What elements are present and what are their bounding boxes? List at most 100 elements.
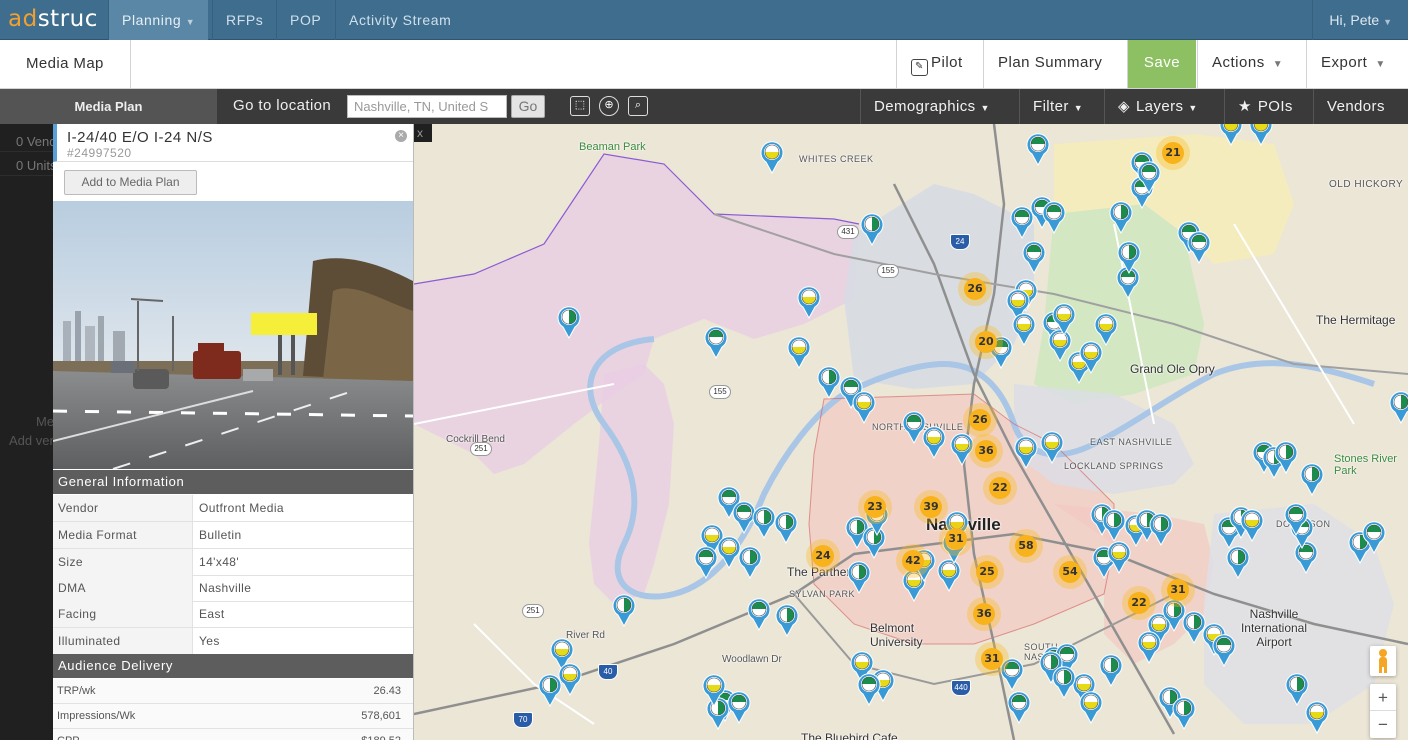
pin-cluster[interactable]: 36 <box>969 434 1003 468</box>
billboard-pin[interactable] <box>847 560 871 595</box>
billboard-pin[interactable] <box>1014 435 1038 470</box>
billboard-pin[interactable] <box>1274 440 1298 475</box>
billboard-pin[interactable] <box>852 390 876 425</box>
billboard-pin[interactable] <box>1305 700 1329 735</box>
zoom-out-button[interactable]: − <box>1370 711 1396 738</box>
pin-cluster[interactable]: 26 <box>958 272 992 306</box>
billboard-pin[interactable] <box>1149 512 1173 547</box>
pin-cluster[interactable]: 36 <box>967 597 1001 631</box>
adstruc-logo[interactable]: adstruc <box>8 6 98 32</box>
billboard-pin[interactable] <box>1094 312 1118 347</box>
pilot-button[interactable]: ✎ Pilot <box>896 40 977 88</box>
media-map[interactable]: Beaman Park WHITES CREEK OLD HICKORY The… <box>414 124 1408 740</box>
nav-tab-pop[interactable]: POP <box>276 0 334 40</box>
billboard-pin[interactable] <box>1137 160 1161 195</box>
nav-tab-rfps[interactable]: RFPs <box>212 0 276 40</box>
billboard-pin[interactable] <box>738 545 762 580</box>
pin-cluster[interactable]: 42 <box>896 544 930 578</box>
billboard-pin[interactable] <box>1172 696 1196 731</box>
billboard-pin[interactable] <box>922 425 946 460</box>
billboard-pin[interactable] <box>857 672 881 707</box>
billboard-pin[interactable] <box>1187 230 1211 265</box>
close-icon[interactable]: × <box>395 130 407 142</box>
billboard-pin[interactable] <box>538 673 562 708</box>
nav-tab-activity-stream[interactable]: Activity Stream <box>335 0 464 40</box>
nav-tab-planning[interactable]: Planning ▼ <box>108 0 209 40</box>
billboard-pin[interactable] <box>1099 653 1123 688</box>
pin-cluster[interactable]: 58 <box>1009 529 1043 563</box>
pin-cluster[interactable]: 31 <box>1161 573 1195 607</box>
pois-button[interactable]: ★ POIs <box>1224 89 1306 124</box>
close-panel-icon[interactable]: x <box>414 124 432 142</box>
billboard-pin[interactable] <box>702 673 726 708</box>
billboard-pin[interactable] <box>727 690 751 725</box>
billboard-pin[interactable] <box>787 335 811 370</box>
billboard-pin[interactable] <box>860 212 884 247</box>
billboard-pin[interactable] <box>1040 430 1064 465</box>
billboard-pin[interactable] <box>1052 302 1076 337</box>
billboard-pin[interactable] <box>774 510 798 545</box>
filter-dropdown[interactable]: Filter ▼ <box>1019 89 1096 124</box>
pin-cluster[interactable]: 22 <box>1122 586 1156 620</box>
billboard-pin[interactable] <box>1249 124 1273 147</box>
billboard-pin[interactable] <box>612 593 636 628</box>
billboard-pin[interactable] <box>1300 462 1324 497</box>
pin-cluster[interactable]: 20 <box>969 325 1003 359</box>
zoom-search-icon[interactable]: ⌕ <box>628 96 648 116</box>
billboard-pin[interactable] <box>1107 540 1131 575</box>
billboard-pin[interactable] <box>1007 690 1031 725</box>
street-view-pegman[interactable] <box>1370 646 1396 676</box>
billboard-pin[interactable] <box>1079 690 1103 725</box>
pin-cluster[interactable]: 54 <box>1053 555 1087 589</box>
billboard-pin[interactable] <box>775 603 799 638</box>
pin-cluster[interactable]: 39 <box>914 490 948 524</box>
pin-cluster[interactable]: 24 <box>806 539 840 573</box>
billboard-pin[interactable] <box>1240 508 1264 543</box>
location-input[interactable] <box>347 95 507 118</box>
billboard-pin[interactable] <box>1109 200 1133 235</box>
billboard-pin[interactable] <box>1284 502 1308 537</box>
demographics-dropdown[interactable]: Demographics ▼ <box>860 89 1003 124</box>
billboard-pin[interactable] <box>1219 124 1243 147</box>
pin-cluster[interactable]: 25 <box>970 555 1004 589</box>
billboard-pin[interactable] <box>752 505 776 540</box>
billboard-pin[interactable] <box>1389 390 1408 425</box>
zoom-in-button[interactable]: + <box>1370 684 1396 711</box>
billboard-pin[interactable] <box>1212 633 1236 668</box>
billboard-pin[interactable] <box>760 140 784 175</box>
billboard-pin[interactable] <box>1117 240 1141 275</box>
layers-dropdown[interactable]: ◈ Layers ▼ <box>1104 89 1211 124</box>
billboard-pin[interactable] <box>747 597 771 632</box>
user-menu[interactable]: Hi, Pete ▼ <box>1312 0 1408 40</box>
pin-cluster[interactable]: 22 <box>983 471 1017 505</box>
media-plan-tab[interactable]: Media Plan <box>0 89 217 124</box>
billboard-pin[interactable] <box>797 285 821 320</box>
billboard-pin[interactable] <box>1226 545 1250 580</box>
billboard-pin[interactable] <box>1026 132 1050 167</box>
pin-cluster[interactable]: 21 <box>1156 136 1190 170</box>
billboard-pin[interactable] <box>1022 240 1046 275</box>
plan-summary-button[interactable]: Plan Summary <box>983 40 1116 88</box>
billboard-pin[interactable] <box>1012 312 1036 347</box>
go-button[interactable]: Go <box>511 95 545 118</box>
add-to-media-plan-button[interactable]: Add to Media Plan <box>64 170 197 195</box>
billboard-pin[interactable] <box>1362 520 1386 555</box>
pin-cluster[interactable]: 26 <box>963 403 997 437</box>
pin-cluster[interactable]: 23 <box>858 490 892 524</box>
billboard-pin[interactable] <box>704 325 728 360</box>
save-button[interactable]: Save <box>1127 40 1196 88</box>
vendors-button[interactable]: Vendors <box>1313 89 1408 124</box>
pin-cluster[interactable]: 31 <box>975 642 1009 676</box>
billboard-pin[interactable] <box>557 305 581 340</box>
crosshair-icon[interactable]: ⊕ <box>599 96 619 116</box>
actions-dropdown[interactable]: Actions ▼ <box>1197 40 1297 88</box>
billboard-pin[interactable] <box>1137 630 1161 665</box>
billboard-pin[interactable] <box>694 545 718 580</box>
billboard-pin[interactable] <box>1042 200 1066 235</box>
billboard-pin[interactable] <box>1102 508 1126 543</box>
select-box-icon[interactable]: ⬚ <box>570 96 590 116</box>
export-dropdown[interactable]: Export ▼ <box>1306 40 1408 88</box>
billboard-pin[interactable] <box>817 365 841 400</box>
pin-cluster[interactable]: 31 <box>939 522 973 556</box>
billboard-pin[interactable] <box>1052 665 1076 700</box>
